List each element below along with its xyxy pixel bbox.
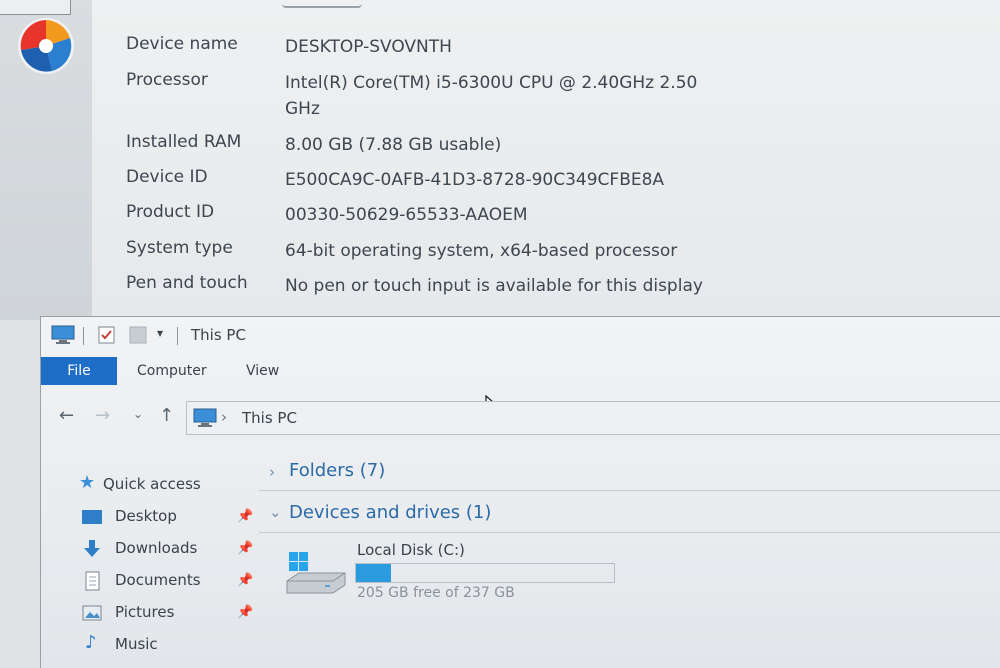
recent-locations-chevron-icon[interactable]: ⌄	[133, 407, 143, 421]
chevron-down-icon[interactable]: ⌄	[269, 503, 282, 521]
desktop-icon	[82, 510, 102, 524]
navigation-bar: ← → ⌄ ↑ › This PC	[41, 397, 1000, 437]
spec-label: Device ID	[126, 167, 208, 187]
spec-label: Pen and touch	[126, 273, 248, 293]
spec-label: Processor	[126, 70, 208, 90]
sidebar-item-label: Downloads	[115, 539, 198, 557]
sidebar-item-label: Desktop	[115, 507, 177, 525]
app-logo-icon[interactable]	[16, 16, 76, 76]
this-pc-icon	[193, 408, 217, 427]
drive-usage-fill	[356, 564, 391, 582]
spec-value: 00330-50629-65533-AAOEM	[285, 205, 528, 225]
drive-tile-local-disk-c[interactable]: Local Disk (C:) 205 GB free of 237 GB	[285, 541, 625, 611]
group-divider	[259, 532, 1000, 533]
pin-icon[interactable]: 📌	[237, 509, 253, 524]
forward-arrow-icon[interactable]: →	[95, 405, 110, 426]
pin-icon[interactable]: 📌	[237, 573, 253, 588]
music-icon: ♪	[85, 632, 97, 653]
group-header-folders[interactable]: › Folders (7)	[259, 457, 1000, 491]
group-label: Folders (7)	[289, 460, 386, 481]
drive-free-space: 205 GB free of 237 GB	[357, 585, 515, 601]
window-title: This PC	[191, 326, 246, 344]
chevron-right-icon[interactable]: ›	[269, 463, 275, 481]
spec-value: E500CA9C-0AFB-41D3-8728-90C349CFBE8A	[285, 170, 665, 190]
ribbon-tabs: File Computer View	[41, 355, 1000, 420]
pin-icon[interactable]: 📌	[237, 605, 253, 620]
sidebar-item-label: Documents	[115, 571, 201, 589]
file-explorer-window: ▾ This PC File Computer View ← → ⌄ ↑ › T…	[40, 316, 1000, 668]
properties-icon[interactable]	[97, 325, 117, 345]
sidebar-item-label: Quick access	[103, 475, 201, 493]
documents-icon	[85, 571, 100, 591]
drive-usage-bar	[355, 563, 615, 583]
spec-label: Device name	[126, 34, 238, 54]
address-bar[interactable]: › This PC	[186, 401, 1000, 435]
sidebar-item-label: Pictures	[115, 603, 175, 621]
star-icon: ★	[79, 472, 96, 493]
downloads-icon	[84, 540, 100, 557]
tab-view[interactable]: View	[246, 363, 279, 379]
pictures-icon	[82, 605, 102, 621]
back-arrow-icon[interactable]: ←	[59, 405, 74, 426]
panel-top-edge	[282, 0, 362, 8]
toolbar-separator	[83, 327, 84, 345]
toolbar-separator	[177, 327, 178, 345]
group-divider	[259, 490, 1000, 491]
spec-value: Intel(R) Core(TM) i5-6300U CPU @ 2.40GHz…	[285, 73, 698, 119]
breadcrumb-this-pc[interactable]: This PC	[242, 409, 297, 427]
spec-label: System type	[126, 238, 233, 258]
tab-computer[interactable]: Computer	[137, 363, 207, 379]
spec-label: Product ID	[126, 202, 215, 222]
customize-toolbar-dropdown-icon[interactable]: ▾	[157, 326, 163, 340]
breadcrumb-chevron-icon[interactable]: ›	[221, 408, 227, 426]
spec-value: DESKTOP-SVOVNTH	[285, 37, 452, 57]
spec-value: No pen or touch input is available for t…	[285, 276, 703, 296]
spec-value: 64-bit operating system, x64-based proce…	[285, 241, 678, 261]
spec-value: 8.00 GB (7.88 GB usable)	[285, 135, 502, 155]
system-info-panel: Device name DESKTOP-SVOVNTH Processor In…	[92, 0, 1000, 320]
background-window-corner	[0, 0, 71, 15]
this-pc-icon[interactable]	[51, 325, 75, 345]
group-header-devices[interactable]: ⌄ Devices and drives (1)	[259, 499, 1000, 533]
sidebar-item-label: Music	[115, 635, 158, 653]
title-bar: ▾ This PC	[41, 317, 1000, 355]
new-folder-icon[interactable]	[129, 325, 147, 345]
up-arrow-icon[interactable]: ↑	[159, 405, 174, 426]
drive-label: Local Disk (C:)	[357, 541, 465, 559]
tab-file[interactable]: File	[41, 357, 117, 385]
spec-label: Installed RAM	[126, 132, 242, 152]
group-label: Devices and drives (1)	[289, 502, 492, 523]
pin-icon[interactable]: 📌	[237, 541, 253, 556]
hard-drive-windows-icon	[286, 552, 346, 594]
